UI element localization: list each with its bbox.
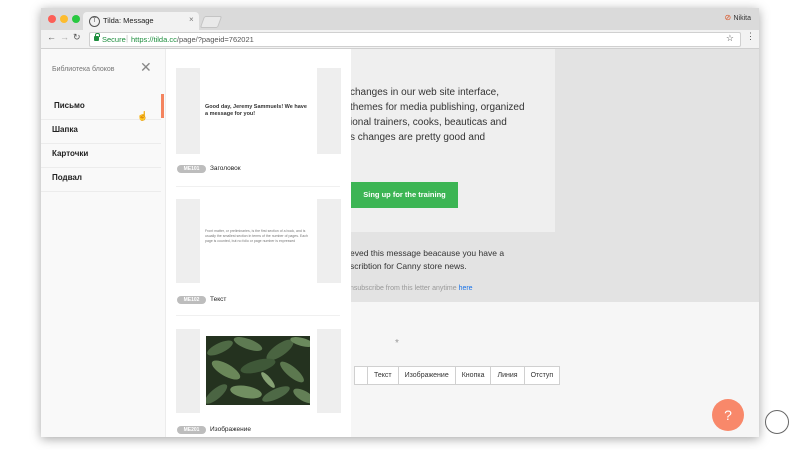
url-path: /page/?pageid=762021	[176, 34, 254, 44]
notice-line: scribtion for Canny store news.	[350, 261, 467, 271]
category-label: Письмо	[54, 101, 85, 110]
address-bar[interactable]: Secure | https://tilda.cc/page/?pageid=7…	[89, 32, 741, 47]
category-cards[interactable]: Карточки	[41, 144, 161, 168]
minimize-window-button[interactable]	[60, 15, 68, 23]
card-divider	[176, 186, 340, 187]
thumb-margin-right	[317, 68, 341, 154]
url-host: https://tilda.cc	[131, 34, 177, 44]
thumb-margin-left	[176, 68, 200, 154]
bookmark-star-icon[interactable]: ☆	[726, 33, 734, 44]
maximize-window-button[interactable]	[72, 15, 80, 23]
browser-tab[interactable]: T Tilda: Message ×	[83, 12, 199, 30]
thumb-margin-right	[317, 199, 341, 283]
thumb-margin-left	[176, 199, 200, 283]
browser-toolbar: ← → ↻ Secure | https://tilda.cc/page/?pa…	[41, 30, 759, 49]
active-category-indicator	[161, 94, 164, 118]
category-label: Шапка	[52, 125, 78, 134]
page-content: changes in our web site interface, theme…	[41, 49, 759, 437]
thumb-margin-left	[176, 329, 200, 413]
block-library-sidebar: Библиотека блоков ✕ Письмо Шапка Карточк…	[41, 49, 165, 437]
profile-name: Nikita	[733, 15, 751, 22]
title-bar: T Tilda: Message × ⊘ Nikita	[41, 8, 759, 30]
profile-icon: ⊘	[724, 13, 732, 22]
side-control	[765, 410, 800, 435]
email-body-line: themes for media publishing, organized	[350, 102, 525, 113]
category-label: Карточки	[52, 149, 89, 158]
block-code-badge: ME102	[177, 296, 206, 304]
block-button-line[interactable]: Линия	[491, 367, 525, 384]
category-footer[interactable]: Подвал	[41, 168, 161, 192]
email-body-line: ional trainers, cooks, beauticas and	[350, 117, 507, 128]
tilda-favicon-icon: T	[89, 16, 100, 27]
block-preview-panel: Good day, Jeremy Sammuels! We have a mes…	[165, 49, 351, 437]
lock-icon	[94, 33, 100, 41]
category-label: Подвал	[52, 173, 82, 182]
close-icon[interactable]: ✕	[140, 59, 152, 76]
reload-icon[interactable]: ↻	[73, 32, 81, 43]
card-preview-text: Good day, Jeremy Sammuels! We have a mes…	[205, 104, 307, 117]
card-preview-text: Front matter, or preliminaries, is the f…	[205, 229, 308, 243]
url-separator: |	[126, 34, 129, 43]
block-code-badge: ME201	[177, 426, 206, 434]
unsubscribe-link[interactable]: here	[459, 285, 473, 292]
block-button-text[interactable]: Текст	[368, 367, 399, 384]
profile-button[interactable]: ⊘ Nikita	[724, 13, 751, 23]
browser-window: T Tilda: Message × ⊘ Nikita ← → ↻ Secure …	[41, 8, 759, 437]
notice-line: eved this message beacause you have a	[350, 248, 505, 258]
url-text[interactable]: https://tilda.cc/page/?pageid=762021	[131, 35, 254, 44]
block-code-badge: ME101	[177, 165, 206, 173]
back-arrow-icon[interactable]: ←	[47, 32, 56, 42]
leaves-illustration	[206, 336, 310, 405]
help-button[interactable]: ?	[712, 399, 744, 431]
leaves-image	[206, 336, 310, 405]
mouse-cursor-icon: ☝	[137, 111, 149, 121]
block-button-spacer[interactable]: Отступ	[525, 367, 560, 384]
email-notice: eved this message beacause you have a sc…	[350, 247, 504, 273]
block-button-blank[interactable]	[355, 367, 368, 384]
secure-label: Secure	[102, 34, 126, 44]
browser-menu-icon[interactable]: ⋮	[746, 31, 755, 42]
tab-title: Tilda: Message	[103, 16, 154, 25]
card-divider	[176, 315, 340, 316]
unsubscribe-text: nsubscribe from this letter anytime here	[350, 285, 473, 292]
category-header[interactable]: Шапка	[41, 120, 161, 144]
block-button-button[interactable]: Кнопка	[456, 367, 492, 384]
block-name-label: Изображение	[210, 426, 251, 433]
email-body-line: changes in our web site interface,	[350, 87, 499, 98]
block-type-bar: Текст Изображение Кнопка Линия Отступ	[354, 366, 561, 385]
email-body-line: s changes are pretty good and	[350, 132, 486, 143]
close-window-button[interactable]	[48, 15, 56, 23]
forward-arrow-icon[interactable]: →	[60, 32, 69, 42]
thumb-margin-right	[317, 329, 341, 413]
side-circle-button[interactable]	[765, 410, 789, 434]
new-tab-button[interactable]	[199, 16, 223, 28]
tab-close-icon[interactable]: ×	[189, 15, 194, 24]
unsubscribe-label: nsubscribe from this letter anytime	[350, 285, 457, 292]
desktop: T Tilda: Message × ⊘ Nikita ← → ↻ Secure …	[0, 0, 800, 450]
block-name-label: Заголовок	[210, 165, 241, 172]
star-mark: *	[395, 338, 399, 349]
block-name-label: Текст	[210, 296, 227, 303]
signup-training-button[interactable]: Sing up for the training	[351, 182, 458, 208]
email-body-text: changes in our web site interface, theme…	[350, 85, 550, 145]
sidebar-title: Библиотека блоков	[52, 66, 115, 73]
block-button-image[interactable]: Изображение	[399, 367, 456, 384]
